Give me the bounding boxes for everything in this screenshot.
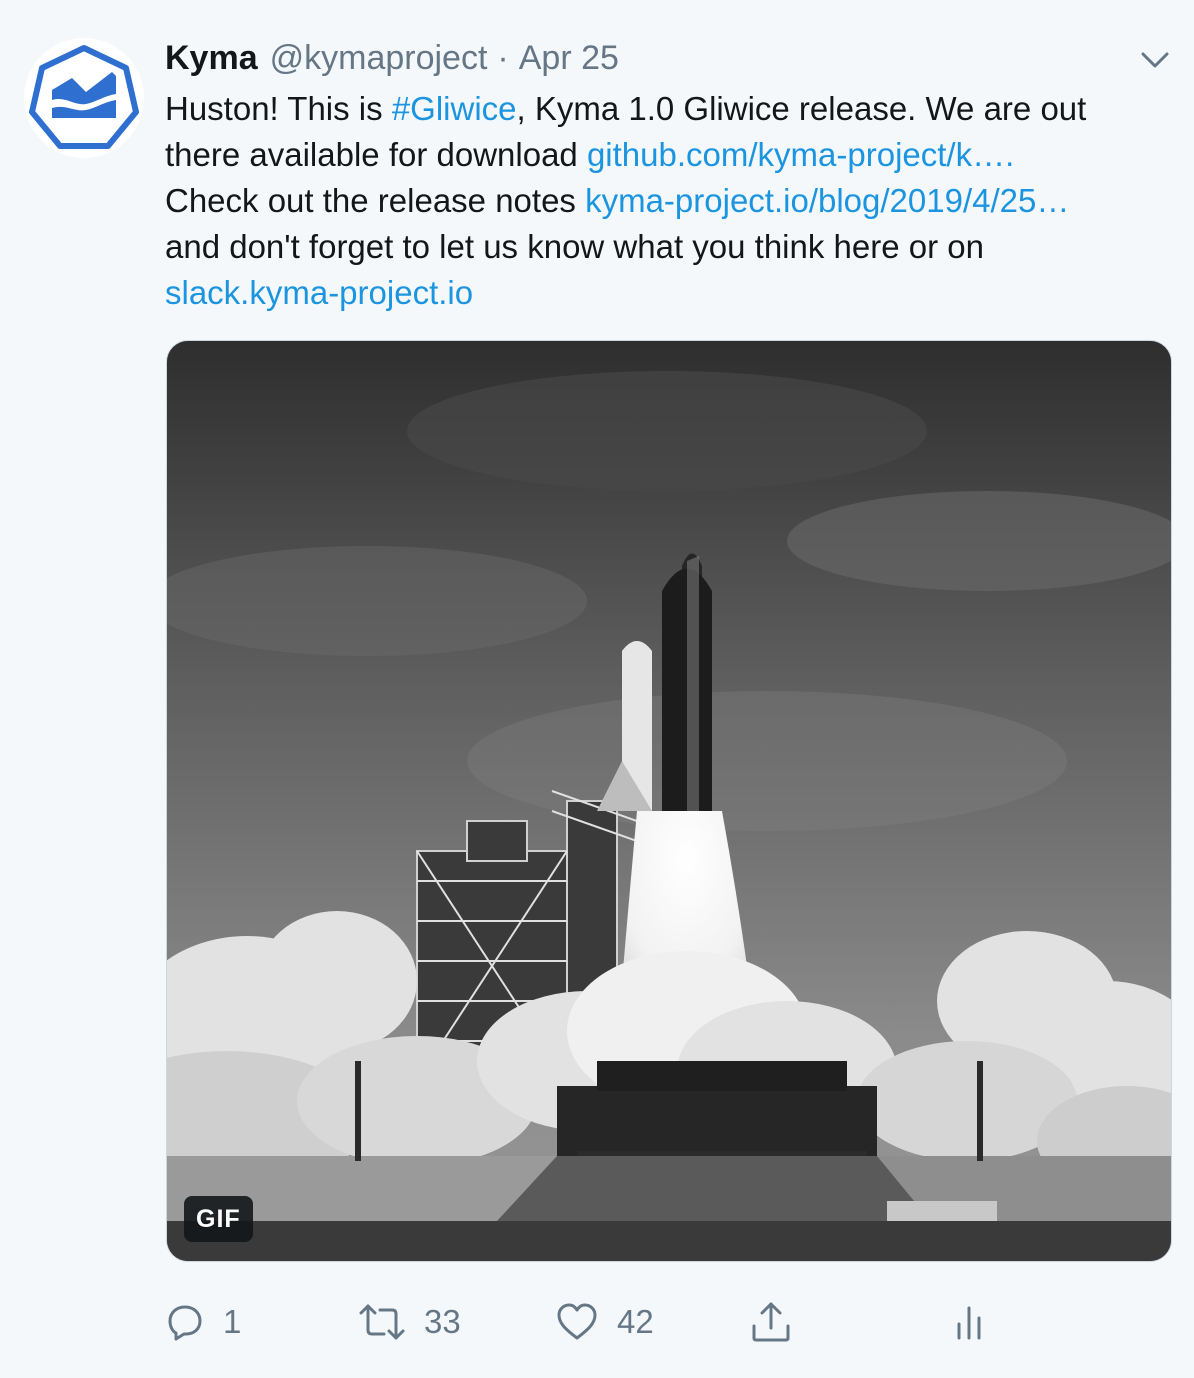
hashtag-link[interactable]: #Gliwice (392, 90, 517, 127)
tweet-text-line: and don't forget to let us know what you… (165, 228, 984, 265)
text-segment: , Kyma 1.0 Gliwice release. We are out (516, 90, 1087, 127)
share-button[interactable] (749, 1296, 793, 1348)
reply-icon (168, 1305, 202, 1341)
reply-button[interactable]: 1 (165, 1296, 241, 1348)
like-button[interactable]: 42 (555, 1296, 654, 1348)
tweet-text-line: Check out the release notes kyma-project… (165, 178, 1175, 224)
like-count: 42 (617, 1303, 654, 1340)
share-icon (752, 1302, 790, 1342)
like-icon (557, 1303, 597, 1340)
blog-link[interactable]: kyma-project.io/blog/2019/4/25… (585, 182, 1069, 219)
tweet[interactable]: Kyma @kymaproject · Apr 25 Huston! This … (0, 0, 1194, 1378)
reply-count: 1 (223, 1303, 242, 1340)
retweet-icon (359, 1304, 405, 1340)
tweet-text-line: Huston! This is #Gliwice, Kyma 1.0 Gliwi… (165, 86, 1175, 132)
chevron-down-icon (1141, 52, 1169, 68)
author-handle[interactable]: @kymaproject (270, 39, 488, 78)
retweet-button[interactable]: 33 (358, 1296, 461, 1348)
tweet-actions: 1 33 42 (165, 1296, 1175, 1348)
analytics-icon (957, 1306, 981, 1340)
analytics-button[interactable] (951, 1296, 987, 1348)
author-name[interactable]: Kyma (165, 39, 258, 78)
tweet-text: Huston! This is #Gliwice, Kyma 1.0 Gliwi… (165, 86, 1175, 316)
text-segment: Check out the release notes (165, 182, 586, 219)
header-separator: · (497, 38, 509, 77)
github-link[interactable]: github.com/kyma-project/k…. (587, 136, 1014, 173)
kyma-logo-icon (24, 38, 144, 158)
tweet-text-line: there available for download github.com/… (165, 132, 1175, 178)
retweet-count: 33 (424, 1303, 461, 1340)
gif-badge: GIF (184, 1196, 253, 1242)
tweet-date[interactable]: Apr 25 (519, 39, 619, 78)
slack-link[interactable]: slack.kyma-project.io (165, 270, 1175, 316)
avatar[interactable] (24, 38, 144, 158)
tweet-menu-button[interactable] (1136, 44, 1174, 76)
text-segment: there available for download (165, 136, 587, 173)
rocket-launch-image (167, 341, 1171, 1261)
text-segment: Huston! This is (165, 90, 392, 127)
gif-media[interactable] (166, 340, 1172, 1262)
tweet-header: Kyma @kymaproject · Apr 25 (165, 34, 619, 82)
